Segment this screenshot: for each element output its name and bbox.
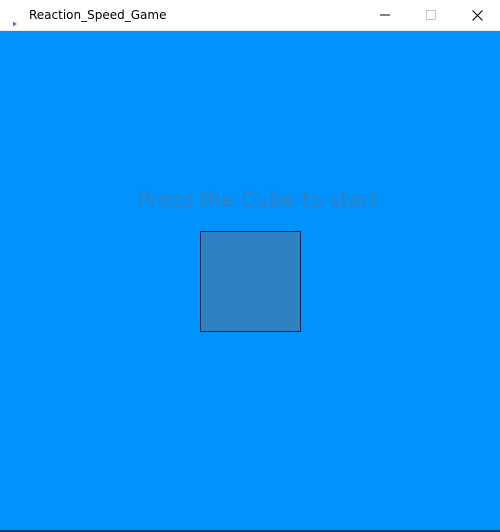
- app-arrow-icon: [12, 12, 18, 27]
- maximize-icon: [426, 10, 436, 20]
- game-window: Reaction_Speed_Game Press the Cube to st…: [0, 0, 500, 532]
- start-prompt: Press the Cube to start: [137, 188, 379, 212]
- minimize-button[interactable]: [362, 0, 408, 30]
- close-button[interactable]: [454, 0, 500, 30]
- game-canvas: Press the Cube to start: [0, 31, 500, 530]
- maximize-button[interactable]: [408, 0, 454, 30]
- minimize-icon: [380, 10, 390, 20]
- close-icon: [471, 9, 483, 21]
- title-bar[interactable]: Reaction_Speed_Game: [0, 0, 500, 31]
- start-cube[interactable]: [200, 231, 301, 332]
- window-title: Reaction_Speed_Game: [29, 8, 167, 22]
